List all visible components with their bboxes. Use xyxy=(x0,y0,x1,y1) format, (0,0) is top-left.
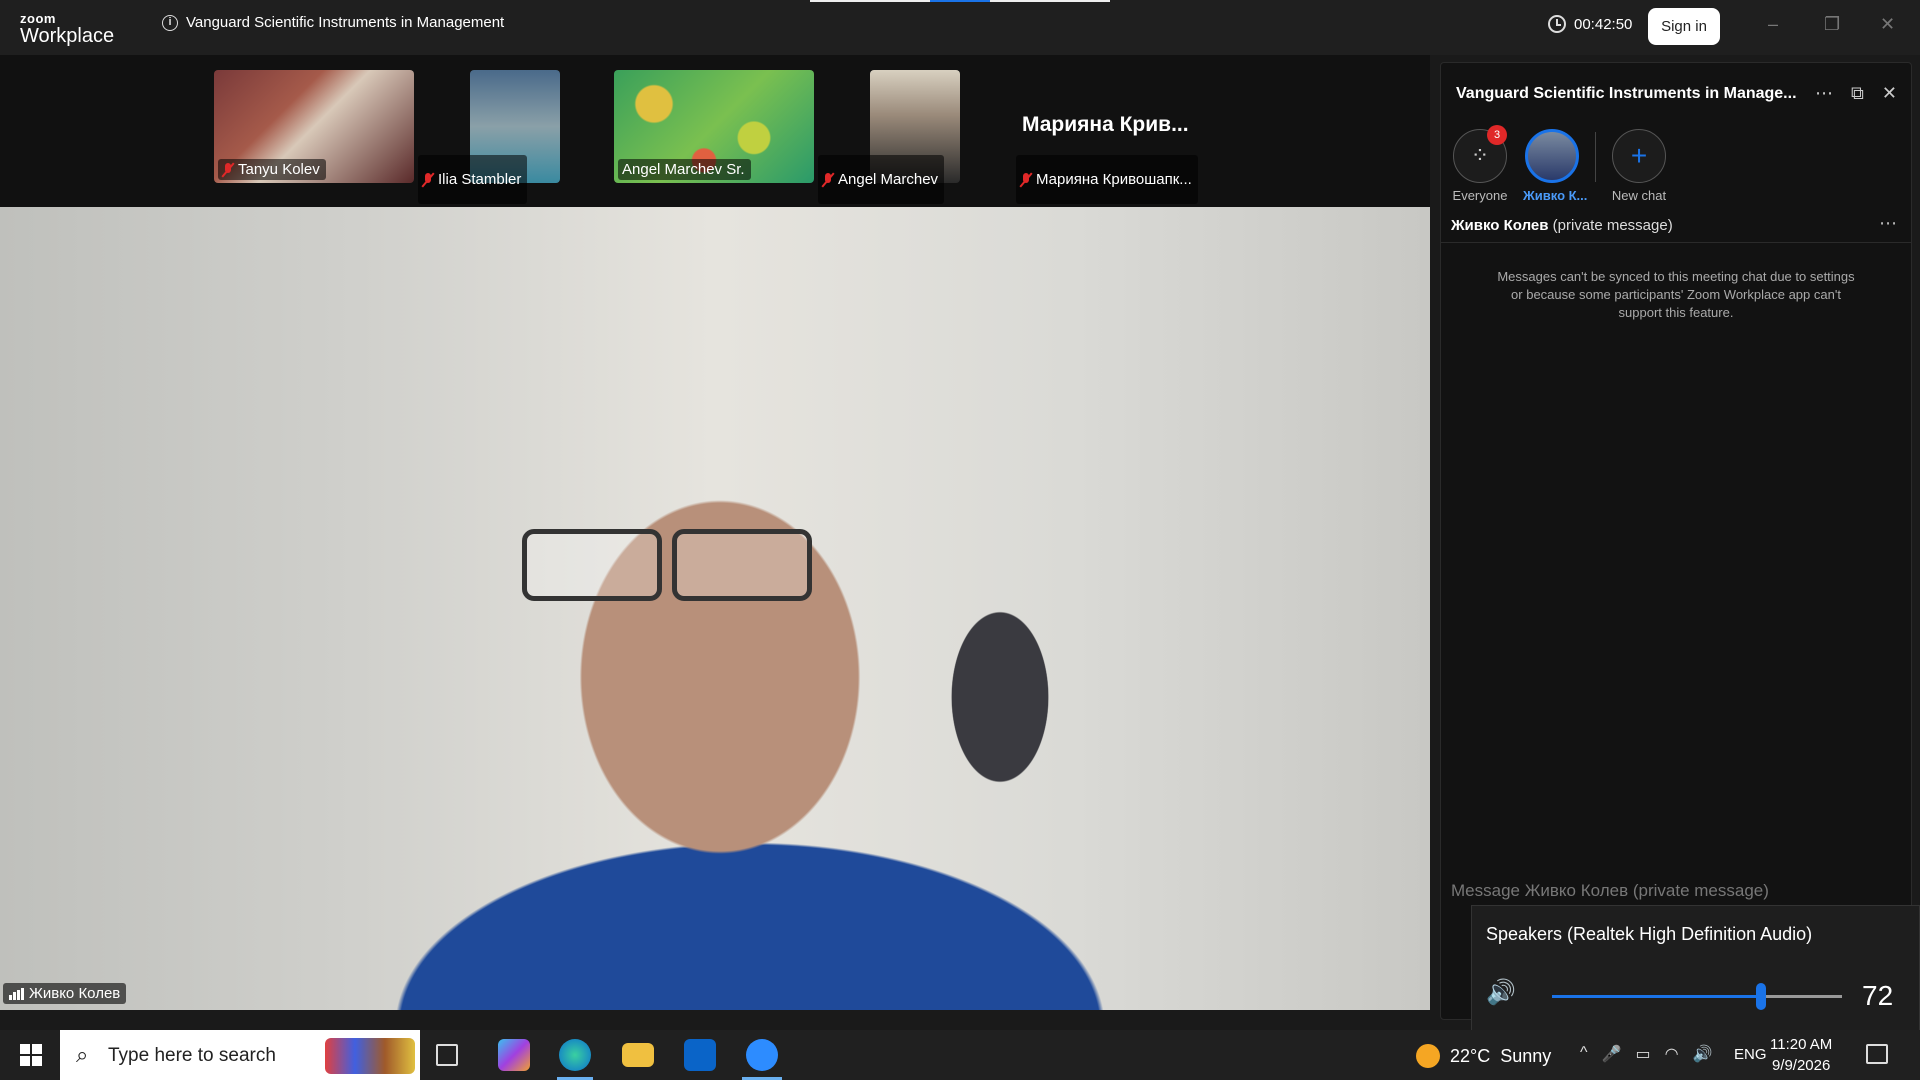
battery-icon[interactable]: ▭ xyxy=(1635,1044,1650,1064)
chevron-up-icon[interactable]: ^ xyxy=(1580,1044,1588,1064)
speaker-name: Живко Колев xyxy=(29,985,121,1002)
microphone-icon[interactable]: 🎤 xyxy=(1602,1044,1622,1064)
mic-muted-icon xyxy=(422,172,434,187)
volume-level: 72 xyxy=(1862,980,1894,1011)
taskbar-search[interactable]: ⌕ Type here to search xyxy=(60,1030,420,1080)
volume-slider[interactable] xyxy=(1552,983,1842,1010)
search-icon: ⌕ xyxy=(76,1042,89,1067)
private-message-header: Живко Колев (private message) ⋯ xyxy=(1441,209,1911,243)
title-bar: zoom Workplace i Vanguard Scientific Ins… xyxy=(0,0,1920,55)
timer-text: 00:42:50 xyxy=(1574,15,1633,33)
chat-panel: Vanguard Scientific Instruments in Manag… xyxy=(1440,62,1912,1020)
meeting-info[interactable]: i Vanguard Scientific Instruments in Man… xyxy=(162,14,504,31)
more-options-icon[interactable]: ⋯ xyxy=(1815,83,1833,104)
pm-suffix: (private message) xyxy=(1548,217,1673,234)
weather-condition: Sunny xyxy=(1500,1045,1552,1066)
volume-fill xyxy=(1552,995,1761,998)
logo-zoom-text: zoom xyxy=(20,11,56,26)
participant-name: Tanyu Kolev xyxy=(238,161,320,178)
speaker-glasses xyxy=(522,529,882,604)
audio-device-name: Speakers (Realtek High Definition Audio) xyxy=(1486,924,1813,944)
recipient-everyone[interactable]: ⁘ 3 Everyone xyxy=(1451,125,1509,203)
pm-more-icon[interactable]: ⋯ xyxy=(1879,213,1897,234)
chat-title: Vanguard Scientific Instruments in Manag… xyxy=(1456,85,1797,102)
top-progress-strip xyxy=(810,0,1110,2)
windows-start-icon[interactable] xyxy=(20,1044,42,1066)
close-icon[interactable]: ✕ xyxy=(1882,83,1897,104)
windows-taskbar: ⌕ Type here to search 22°C Sunny ^ 🎤 ▭ ◠… xyxy=(0,1030,1920,1080)
zoom-logo: zoom Workplace xyxy=(20,12,114,46)
new-chat-button[interactable]: + New chat xyxy=(1610,129,1668,203)
logo-workplace-text: Workplace xyxy=(20,25,115,47)
plus-icon: + xyxy=(1612,129,1666,183)
active-speaker-video[interactable] xyxy=(0,207,1430,1010)
signal-strength-icon xyxy=(9,987,24,1000)
file-explorer-icon[interactable] xyxy=(622,1043,654,1067)
sign-in-button[interactable]: Sign in xyxy=(1648,8,1720,45)
participant-video-tanyu[interactable]: Tanyu Kolev xyxy=(214,70,414,183)
participant-label: Мариянa Кривошапк... xyxy=(1016,155,1198,204)
info-icon[interactable]: i xyxy=(162,14,178,31)
divider xyxy=(1595,132,1596,182)
mic-muted-icon xyxy=(822,172,834,187)
task-view-icon[interactable] xyxy=(436,1044,458,1066)
participant-strip: Tanyu Kolev Ilia Stambler Angel Marchev … xyxy=(0,55,1430,207)
participant-label: Angel Marchev xyxy=(818,155,945,204)
participant-name: Angel Marchev xyxy=(838,171,939,188)
participant-name: Мариянa Кривошапк... xyxy=(1036,171,1192,188)
clock-time: 11:20 AM xyxy=(1770,1036,1833,1053)
notification-icon[interactable] xyxy=(1866,1044,1888,1064)
zoom-icon[interactable] xyxy=(746,1039,778,1071)
unread-badge: 3 xyxy=(1487,125,1507,145)
recipient-zhivko[interactable]: Живко К... xyxy=(1523,129,1588,203)
clock-icon xyxy=(1548,15,1566,33)
participant-label: Ilia Stambler xyxy=(418,155,528,204)
volume-slider-thumb[interactable] xyxy=(1755,983,1766,1010)
volume-popup: Speakers (Realtek High Definition Audio)… xyxy=(1471,905,1920,1031)
recipient-label: Everyone xyxy=(1452,188,1508,203)
meeting-timer: 00:42:50 xyxy=(1548,15,1632,33)
temperature: 22°C xyxy=(1450,1045,1491,1066)
restore-icon[interactable]: ❐ xyxy=(1824,14,1840,35)
speaker-name-tag: Живко Колев xyxy=(3,983,127,1004)
avatar xyxy=(1525,129,1579,183)
speaker-icon[interactable]: 🔊 xyxy=(1486,978,1516,1007)
system-tray: ^ 🎤 ▭ ◠ 🔊 xyxy=(1580,1044,1712,1064)
language-indicator[interactable]: ENG xyxy=(1734,1046,1767,1063)
mic-muted-icon xyxy=(222,162,234,177)
pm-title: Живко Колев (private message) xyxy=(1451,217,1673,234)
chat-recipients: ⁘ 3 Everyone Живко К... + New chat xyxy=(1451,125,1668,203)
pm-name: Живко Колев xyxy=(1451,217,1549,234)
clock-date: 9/9/2026 xyxy=(1771,1057,1831,1074)
weather-widget[interactable]: 22°C Sunny xyxy=(1416,1044,1551,1068)
volume-icon[interactable]: 🔊 xyxy=(1693,1044,1713,1064)
meeting-title: Vanguard Scientific Instruments in Manag… xyxy=(186,14,505,31)
participant-name-large[interactable]: Мариянa Крив... xyxy=(1022,113,1189,137)
outlook-icon[interactable] xyxy=(684,1039,716,1071)
message-input[interactable]: Message Живко Колев (private message) xyxy=(1451,881,1769,901)
participant-name: Angel Marchev Sr. xyxy=(622,161,745,178)
recipient-label: New chat xyxy=(1611,188,1667,203)
wifi-icon[interactable]: ◠ xyxy=(1665,1044,1679,1064)
sun-icon xyxy=(1416,1044,1440,1068)
search-highlight-icon xyxy=(325,1038,415,1074)
participant-label: Tanyu Kolev xyxy=(218,159,326,180)
search-placeholder: Type here to search xyxy=(108,1045,276,1066)
participant-label: Angel Marchev Sr. xyxy=(618,159,751,180)
edge-icon[interactable] xyxy=(559,1039,591,1071)
popout-icon[interactable]: ⧉ xyxy=(1851,83,1864,104)
sync-notice: Messages can't be synced to this meeting… xyxy=(1497,269,1855,320)
system-clock[interactable]: 11:20 AM 9/9/2026 xyxy=(1770,1034,1832,1076)
recipient-label: Живко К... xyxy=(1523,188,1588,203)
minimize-icon[interactable]: – xyxy=(1768,14,1778,35)
participant-video-angel-sr[interactable]: Angel Marchev Sr. xyxy=(614,70,814,183)
participant-name: Ilia Stambler xyxy=(438,171,522,188)
copilot-icon[interactable] xyxy=(498,1039,530,1071)
mic-muted-icon xyxy=(1020,172,1032,187)
close-window-icon[interactable]: ✕ xyxy=(1880,14,1895,35)
